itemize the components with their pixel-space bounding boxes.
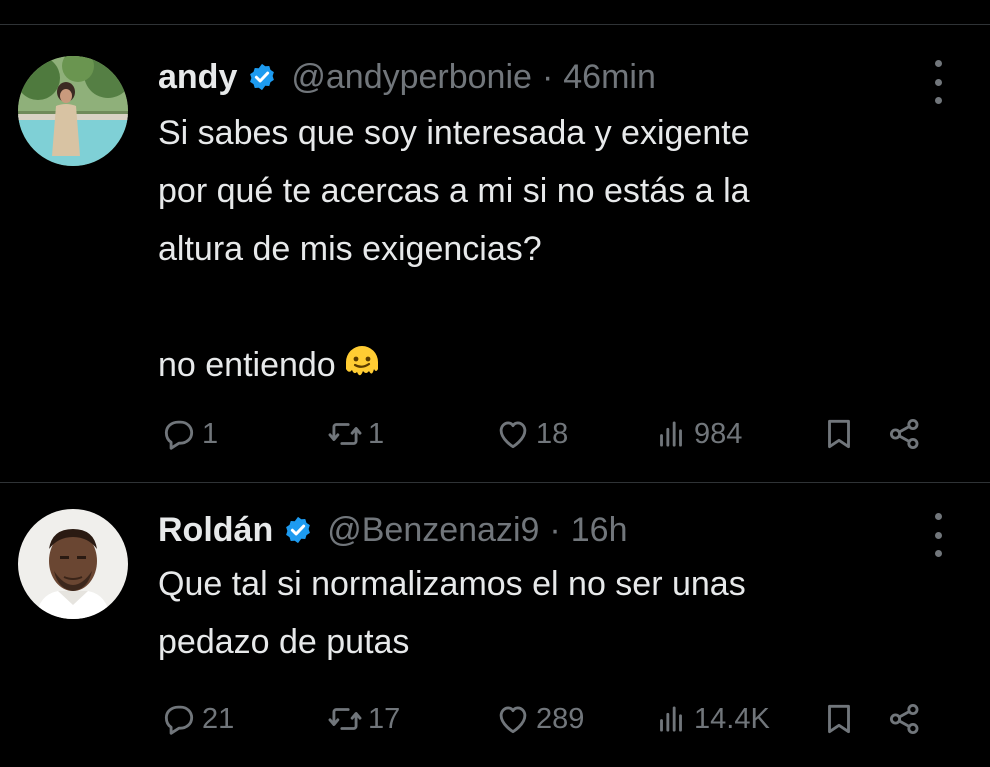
user-handle[interactable]: @Benzenazi9 [327,511,539,550]
tweet-line: por qué te acercas a mi si no estás a la [158,172,750,210]
heart-icon [499,421,527,449]
avatar-andy[interactable] [18,56,128,166]
like-count: 18 [536,417,569,450]
verified-badge-icon [283,515,313,545]
reply-count: 21 [202,702,235,735]
retweet-count: 1 [368,417,385,450]
display-name[interactable]: Roldán [158,511,273,550]
views-count: 14.4K [694,702,770,735]
tweet-line: altura de mis exigencias? [158,230,542,268]
views-button[interactable]: 984 [652,412,742,456]
reply-button[interactable]: 21 [160,697,234,741]
views-chart-icon [660,421,682,447]
tweet-line: Que tal si normalizamos el no ser unas [158,565,746,603]
tweet-header: andy @andyperbonie · 46min [158,52,656,102]
tweet-line: pedazo de putas [158,623,410,661]
views-count: 984 [694,417,743,450]
user-handle[interactable]: @andyperbonie [291,58,532,97]
more-options-icon[interactable] [932,60,944,104]
share-button[interactable] [886,412,924,456]
tweet-actions: 21 17 289 14.4K [158,697,948,741]
reply-button[interactable]: 1 [160,412,218,456]
bookmark-button[interactable] [820,412,858,456]
heart-icon [499,706,527,734]
avatar-roldan-image [18,509,128,619]
more-options-icon[interactable] [932,513,944,557]
timestamp[interactable]: 16h [571,511,628,550]
views-button[interactable]: 14.4K [652,697,770,741]
tweet-final-text: no entiendo [158,346,336,384]
retweet-count: 17 [368,702,401,735]
reply-count: 1 [202,417,219,450]
avatar-andy-image [18,56,128,166]
bookmark-icon [828,704,850,734]
reply-icon [164,705,194,735]
tweet-text: Que tal si normalizamos el no ser unas p… [158,555,948,671]
tweet-text: Si sabes que soy interesada y exigente p… [158,104,948,394]
tweet-header: Roldán @Benzenazi9 · 16h [158,505,627,555]
like-count: 289 [536,702,585,735]
like-button[interactable]: 18 [494,412,568,456]
retweet-icon [328,708,362,730]
retweet-icon [328,423,362,445]
share-icon [889,703,919,735]
tweet-andy[interactable]: andy @andyperbonie · 46min Si sabes que … [0,26,990,482]
like-button[interactable]: 289 [494,697,584,741]
tweet-line: Si sabes que soy interesada y exigente [158,114,750,152]
share-icon [889,418,919,450]
tweet-roldan[interactable]: Roldán @Benzenazi9 · 16h Que tal si norm… [0,483,990,767]
header-separator: · [549,510,561,549]
bookmark-button[interactable] [820,697,858,741]
top-divider [0,24,990,25]
tweet-actions: 1 1 18 984 [158,412,948,456]
retweet-button[interactable]: 17 [326,697,400,741]
verified-badge-icon [247,62,277,92]
avatar-roldan[interactable] [18,509,128,619]
bookmark-icon [828,419,850,449]
share-button[interactable] [886,697,924,741]
reply-icon [164,420,194,450]
timestamp[interactable]: 46min [563,58,656,97]
retweet-button[interactable]: 1 [326,412,384,456]
display-name[interactable]: andy [158,58,237,97]
views-chart-icon [660,706,682,732]
tweet-line-final: no entiendo [158,336,948,394]
melting-face-icon [342,342,382,382]
header-separator: · [541,57,554,96]
